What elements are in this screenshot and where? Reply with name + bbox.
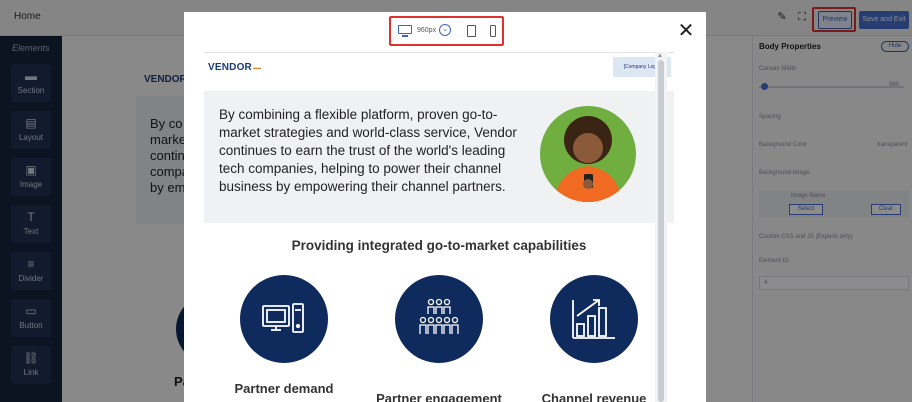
- preview-modal: 960px ⌄ ✕ VENDOR▬▬ [Company Logo] By com…: [184, 12, 706, 402]
- computer-icon: [240, 275, 328, 363]
- preview-scrollbar[interactable]: ▲: [655, 52, 667, 402]
- feature-partner-demand: Partner demand generation: [214, 275, 354, 402]
- hero-section: By combining a flexible platform, proven…: [204, 91, 674, 223]
- feature-label: Partner engagement: [376, 391, 502, 402]
- feature-label: Channel revenue: [541, 391, 647, 402]
- scrollbar-thumb[interactable]: [658, 60, 664, 402]
- tablet-icon[interactable]: [467, 25, 476, 37]
- device-width-label: 960px: [417, 27, 437, 34]
- device-switcher: 960px ⌄: [389, 16, 504, 46]
- feature-partner-engagement: Partner engagement: [369, 275, 509, 402]
- desktop-icon[interactable]: [398, 24, 412, 38]
- phone-icon[interactable]: [490, 25, 496, 37]
- preview-frame: VENDOR▬▬ [Company Logo] By combining a f…: [204, 52, 674, 402]
- capabilities-title: Providing integrated go-to-market capabi…: [291, 238, 587, 253]
- vendor-logo: VENDOR▬▬: [208, 62, 262, 73]
- close-icon[interactable]: ✕: [676, 21, 696, 41]
- chevron-down-icon[interactable]: ⌄: [439, 24, 451, 36]
- feature-channel-revenue: Channel revenue: [524, 275, 664, 402]
- hero-photo: [540, 106, 636, 202]
- bar-chart-icon: [550, 275, 638, 363]
- hero-text: By combining a flexible platform, proven…: [219, 107, 517, 194]
- scroll-up-icon[interactable]: ▲: [657, 53, 663, 59]
- preview-header: VENDOR▬▬ [Company Logo]: [204, 53, 674, 91]
- feature-label: Partner demand generation: [234, 381, 334, 402]
- people-icon: [395, 275, 483, 363]
